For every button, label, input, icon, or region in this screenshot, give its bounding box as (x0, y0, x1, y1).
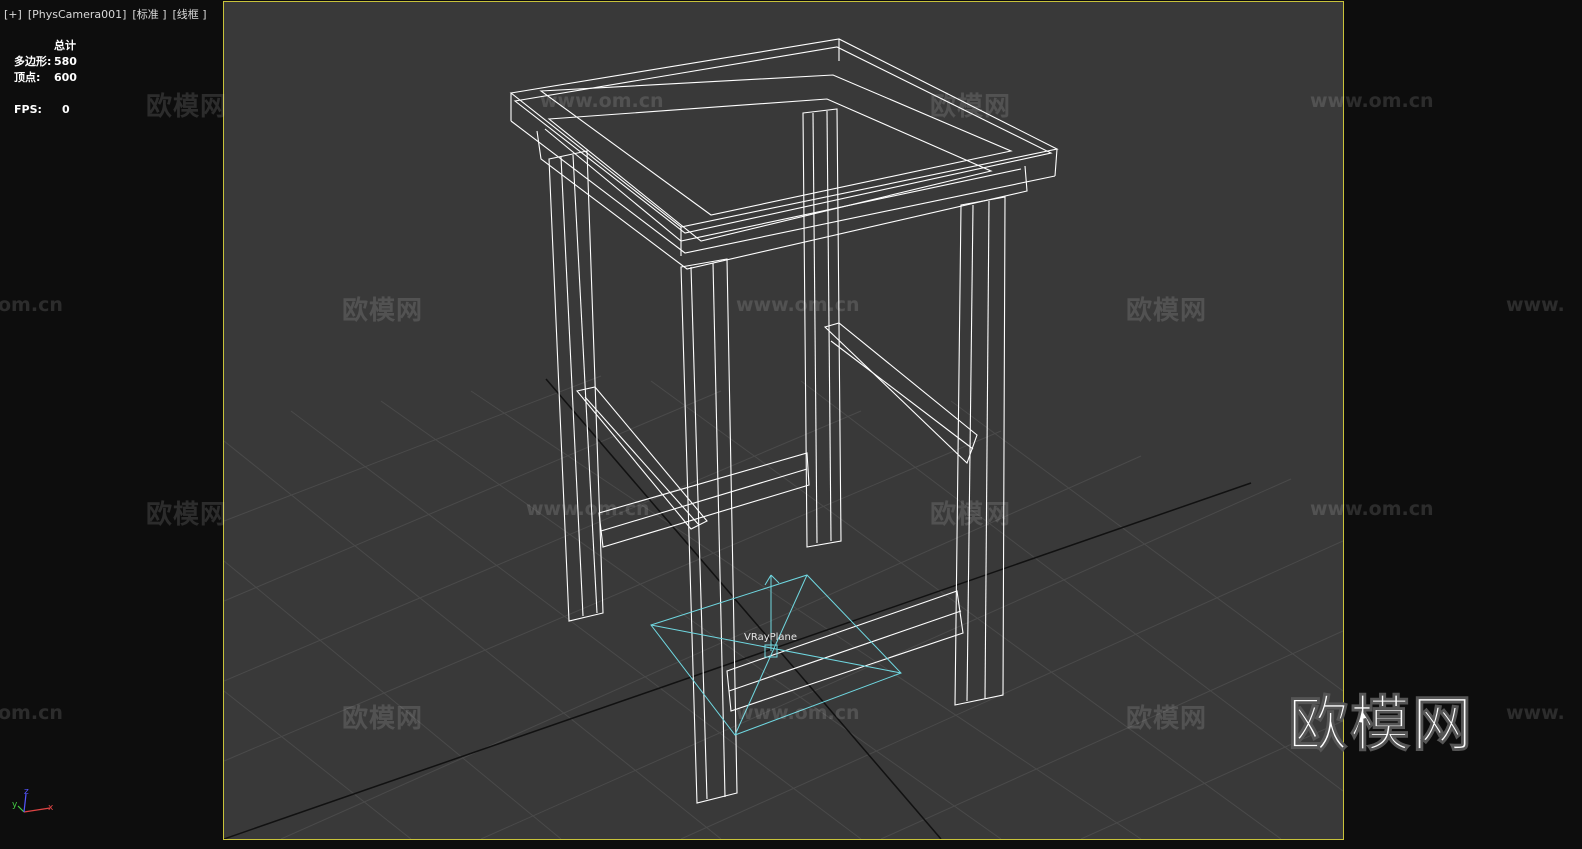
stats-vertices-label: 顶点: (14, 71, 41, 84)
stats-vertices-value: 600 (54, 71, 77, 84)
stats-vertices-row: 顶点: 600 (14, 70, 77, 86)
watermark-url: www.om.cn (736, 702, 860, 724)
watermark-brand: 欧模网 (1126, 704, 1208, 734)
viewport-mode-menu[interactable]: [线框 ] (173, 8, 207, 21)
watermark-url: www. (1506, 702, 1565, 724)
stool-wireframe[interactable] (509, 38, 1059, 804)
watermark-url: www.om.cn (1310, 498, 1434, 520)
watermark-url: om.cn (0, 294, 63, 316)
gizmo-z-label: z (24, 787, 29, 797)
watermark-url: www.om.cn (1310, 90, 1434, 112)
watermark-brand: 欧模网 (342, 296, 424, 326)
stats-fps-value: 0 (62, 103, 70, 116)
viewport-camera-menu[interactable]: [PhysCamera001] (28, 8, 127, 21)
ground-grid (224, 375, 1343, 839)
stats-polygons-label: 多边形: (14, 55, 52, 68)
watermark-brand: 欧模网 (146, 500, 228, 530)
watermark-url: www. (1506, 294, 1565, 316)
watermark-url: www.om.cn (736, 294, 860, 316)
stats-polygons-row: 多边形: 580 (14, 54, 77, 70)
stats-fps-label: FPS: (14, 103, 42, 116)
statistics-panel: 总计 多边形: 580 顶点: 600 FPS: 0 (14, 38, 77, 118)
gizmo-x-label: x (48, 803, 54, 813)
stats-fps-row: FPS: 0 (14, 102, 77, 118)
viewport-menu-plus[interactable]: [+] (4, 8, 22, 21)
watermark-brand: 欧模网 (1126, 296, 1208, 326)
watermark-brand: 欧模网 (342, 704, 424, 734)
watermark-url: om.cn (0, 702, 63, 724)
watermark-url: www.om.cn (526, 498, 650, 520)
watermark-url: www.om.cn (540, 90, 664, 112)
watermark-brand: 欧模网 (146, 92, 228, 122)
stats-polygons-value: 580 (54, 55, 77, 68)
viewport-label[interactable]: [+] [PhysCamera001] [标准 ] [线框 ] (4, 6, 213, 22)
axis-gizmo: x y z (12, 787, 54, 813)
world-axis-lines (224, 378, 1252, 839)
brand-logo: 欧模网 (1288, 690, 1474, 761)
vray-plane-label: VRayPlane (744, 632, 798, 643)
viewport-shading-menu[interactable]: [标准 ] (132, 8, 166, 21)
gizmo-y-label: y (12, 800, 18, 810)
stats-header: 总计 (54, 39, 76, 52)
watermark-brand: 欧模网 (930, 500, 1012, 530)
watermark-brand: 欧模网 (930, 92, 1012, 122)
